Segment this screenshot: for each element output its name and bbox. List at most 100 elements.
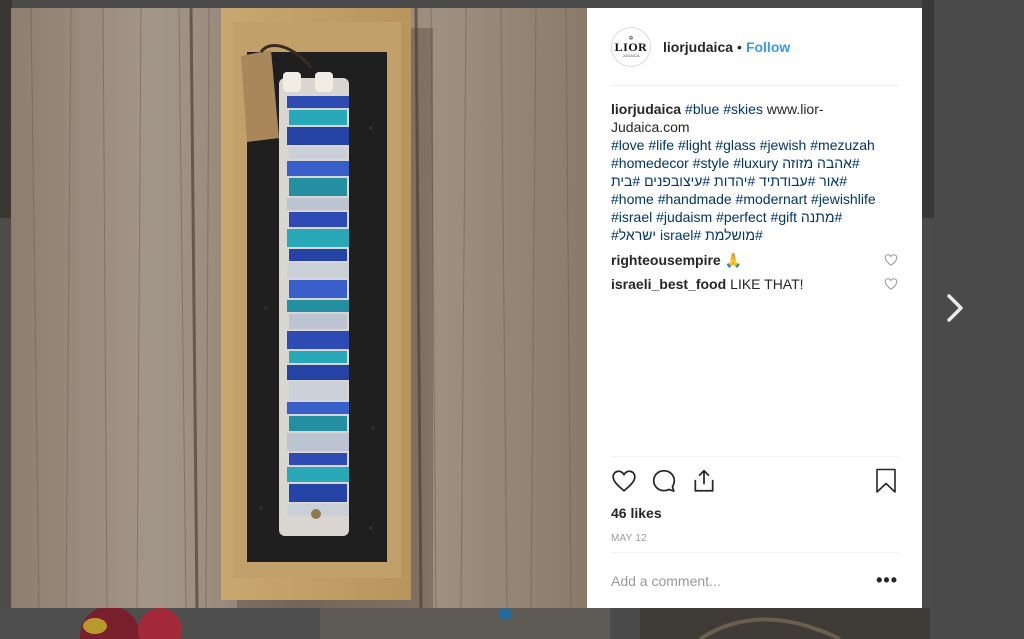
- post-side-panel: ✡ LIOR JUDAICA liorjudaica • Follow lior…: [587, 8, 922, 608]
- post-modal: ✡ LIOR JUDAICA liorjudaica • Follow lior…: [11, 8, 922, 608]
- mezuzah-photo-image: [11, 8, 587, 608]
- share-icon: [694, 469, 714, 492]
- glass-stripe: [289, 147, 347, 159]
- logo-text: LIOR: [614, 39, 648, 54]
- caption-line-6: #israel #judaism #perfect #gift #מתנה: [611, 208, 898, 226]
- glass-stripe: [287, 402, 349, 414]
- logo-subtext: JUDAICA: [622, 52, 640, 58]
- glass-stripe: [289, 249, 347, 261]
- action-icons-row: [611, 465, 898, 497]
- post-caption: liorjudaica #blue #skies www.lior-Judaica…: [611, 100, 898, 244]
- post-actions: 46 likes MAY 12 Add a comment... •••: [611, 456, 898, 608]
- hashtag[interactable]: #style: [693, 155, 730, 171]
- post-header: ✡ LIOR JUDAICA liorjudaica • Follow: [611, 8, 898, 86]
- hashtag[interactable]: #homedecor: [611, 155, 689, 171]
- glass-stripe: [289, 212, 347, 227]
- caption-line-4: #אור #עבודתיד #יהדות #עיצובפנים #בית: [611, 172, 898, 190]
- comment-username[interactable]: israeli_best_food: [611, 276, 726, 292]
- post-date: MAY 12: [611, 533, 647, 544]
- add-comment-input[interactable]: Add a comment...: [611, 573, 721, 589]
- hashtag[interactable]: #judaism: [656, 209, 712, 225]
- hashtag[interactable]: ישראל#: [611, 227, 656, 243]
- glass-stripe: [289, 351, 347, 363]
- hashtag[interactable]: #עבודתיד: [759, 173, 815, 189]
- hashtag[interactable]: #בית: [611, 173, 640, 189]
- hashtag[interactable]: #מתנה: [801, 209, 842, 225]
- glass-stripe: [287, 127, 349, 145]
- chevron-right-icon: [947, 294, 963, 322]
- hashtag[interactable]: #handmade: [658, 191, 732, 207]
- hashtag[interactable]: #אהבה: [817, 155, 860, 171]
- bookmark-icon: [876, 468, 896, 493]
- more-options-button[interactable]: •••: [876, 570, 898, 591]
- comment-text: 🙏: [724, 251, 743, 268]
- hashtag[interactable]: #jewishlife: [811, 191, 876, 207]
- follow-button[interactable]: Follow: [746, 39, 790, 55]
- hashtag[interactable]: #mezuzah: [810, 137, 875, 153]
- hashtag[interactable]: #love: [611, 137, 644, 153]
- glass-stripe: [289, 484, 347, 502]
- hashtag[interactable]: #israel: [660, 227, 701, 243]
- caption-line-2: #love #life #light #glass #jewish #mezuz…: [611, 136, 898, 154]
- glass-stripe: [287, 198, 349, 210]
- header-separator: •: [737, 38, 742, 55]
- glass-stripe: [287, 300, 349, 312]
- hashtag[interactable]: #luxury: [733, 155, 778, 171]
- glass-stripe: [289, 280, 347, 298]
- comment-button[interactable]: [651, 467, 679, 495]
- save-button[interactable]: [870, 467, 898, 495]
- caption-username[interactable]: liorjudaica: [611, 101, 681, 117]
- like-button[interactable]: [611, 467, 639, 495]
- likes-count[interactable]: 46 likes: [611, 505, 898, 521]
- glass-stripe: [289, 178, 347, 196]
- heart-icon: [612, 470, 636, 492]
- comment-bubble-icon: [652, 469, 676, 492]
- post-photo: [11, 8, 587, 608]
- glass-stripe: [287, 263, 349, 278]
- hashtag[interactable]: #blue: [685, 101, 719, 117]
- glass-stripe: [287, 229, 349, 247]
- hashtag[interactable]: #home: [611, 191, 654, 207]
- glass-stripe: [287, 365, 349, 380]
- heart-icon[interactable]: [884, 253, 898, 267]
- hashtag[interactable]: #modernart: [736, 191, 808, 207]
- hashtag[interactable]: #יהדות: [714, 173, 755, 189]
- caption-line-5: #home #handmade #modernart #jewishlife: [611, 190, 898, 208]
- glass-stripe: [289, 453, 347, 465]
- hashtag[interactable]: #אור: [819, 173, 847, 189]
- next-post-button[interactable]: [940, 290, 970, 326]
- hashtag[interactable]: #light: [678, 137, 711, 153]
- comments-section: liorjudaica #blue #skies www.lior-Judaica…: [611, 86, 898, 456]
- caption-line-3: #homedecor #style #luxury #אהבה מזוזה: [611, 154, 898, 172]
- glass-stripe: [287, 161, 349, 176]
- glass-stripe: [287, 331, 349, 349]
- add-comment-bar: Add a comment... •••: [611, 552, 898, 608]
- share-button[interactable]: [691, 467, 719, 495]
- hashtag[interactable]: #gift: [771, 209, 797, 225]
- avatar[interactable]: ✡ LIOR JUDAICA: [611, 26, 651, 67]
- comment-item: righteousempire 🙏: [611, 248, 898, 272]
- header-username[interactable]: liorjudaica: [663, 39, 733, 55]
- hashtag[interactable]: #israel: [611, 209, 652, 225]
- hashtag[interactable]: #מושלמת: [705, 227, 763, 243]
- caption-line-7: #מושלמת #israel ישראל#: [611, 226, 898, 244]
- hashtag[interactable]: #skies: [723, 101, 763, 117]
- glass-stripe: [289, 416, 347, 431]
- hashtag[interactable]: #life: [648, 137, 674, 153]
- hashtag[interactable]: #jewish: [760, 137, 807, 153]
- glass-stripe: [287, 96, 349, 108]
- glass-stripe: [289, 314, 347, 329]
- glass-stripe: [289, 382, 347, 400]
- hashtag[interactable]: #perfect: [716, 209, 767, 225]
- caption-line-1: liorjudaica #blue #skies www.lior-Judaica…: [611, 100, 898, 136]
- hashtag[interactable]: #glass: [715, 137, 755, 153]
- comment-item: israeli_best_food LIKE THAT!: [611, 272, 898, 296]
- comment-text: LIKE THAT!: [730, 276, 804, 292]
- hashtag[interactable]: #עיצובפנים: [644, 173, 710, 189]
- glass-stripe: [287, 467, 349, 482]
- heart-icon[interactable]: [884, 277, 898, 291]
- hashtag[interactable]: מזוזה: [782, 155, 813, 171]
- comment-username[interactable]: righteousempire: [611, 252, 721, 268]
- glass-stripe: [287, 433, 349, 451]
- glass-stripe: [289, 110, 347, 125]
